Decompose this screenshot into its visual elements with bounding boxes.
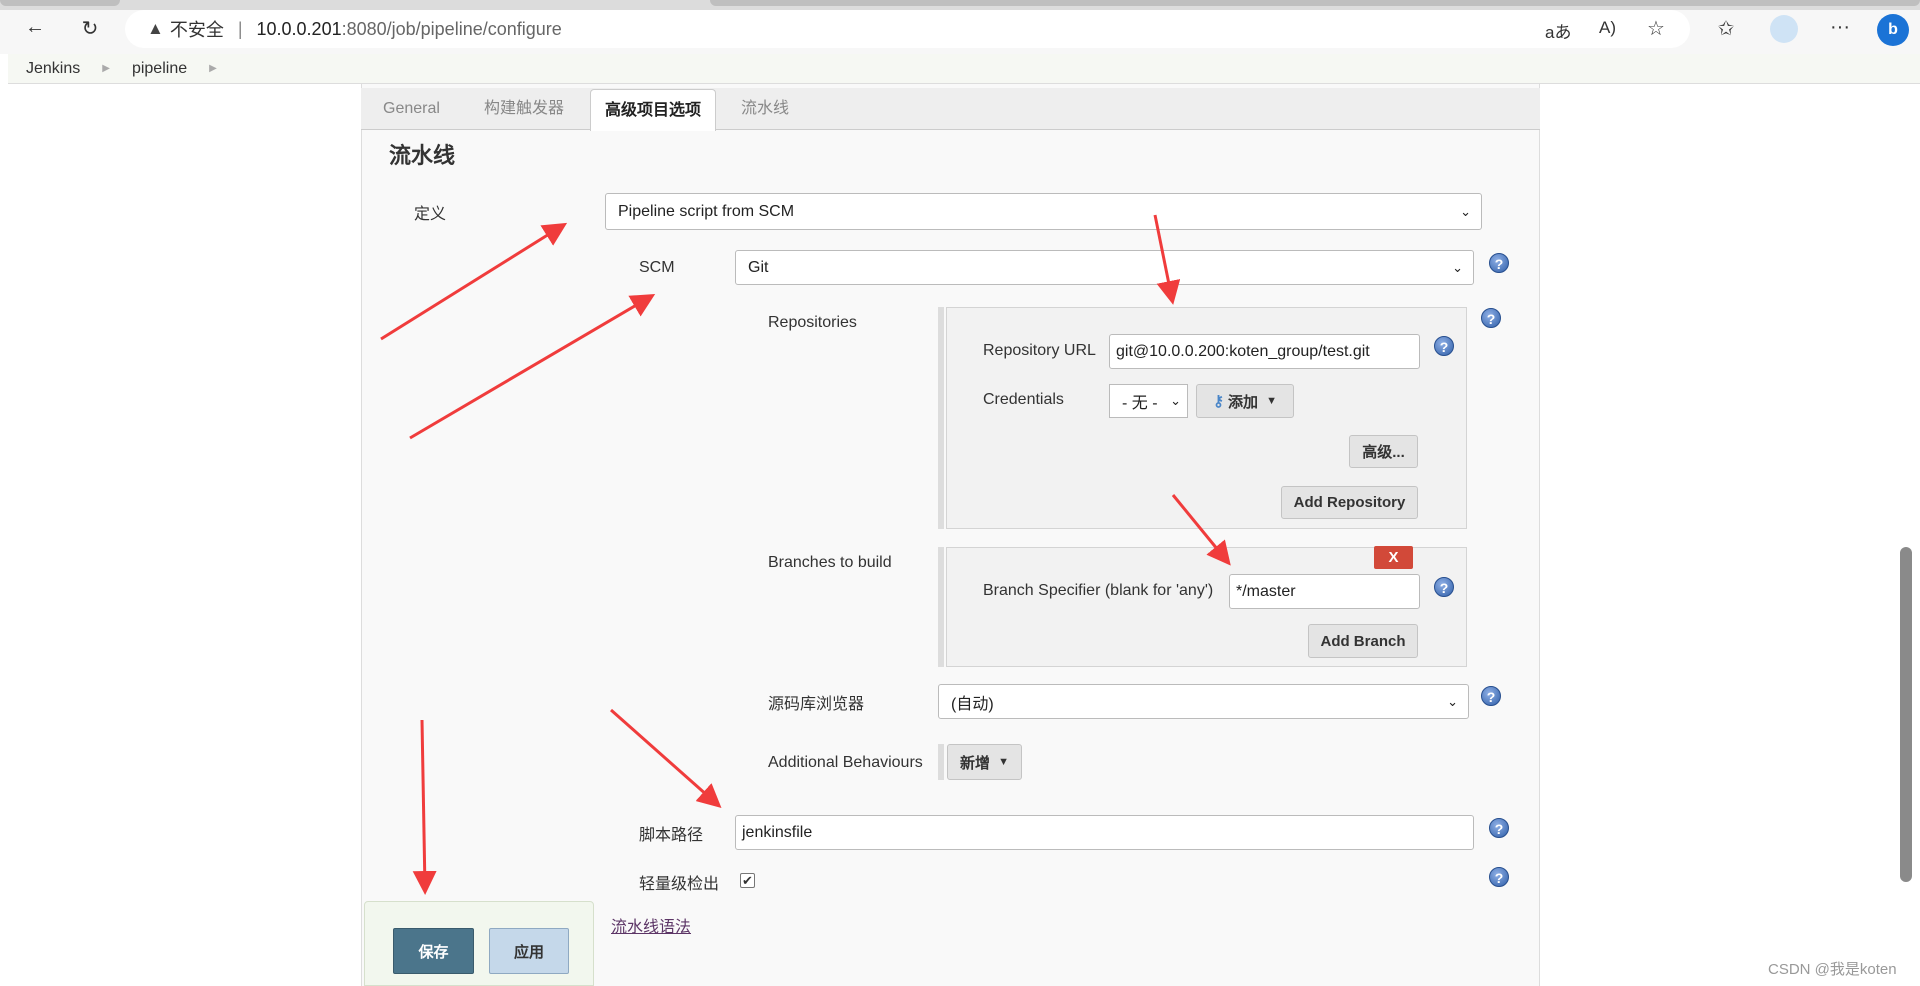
help-icon[interactable]: ? xyxy=(1489,253,1509,273)
caret-down-icon: ▼ xyxy=(998,756,1009,768)
delete-branch-button[interactable]: X xyxy=(1374,546,1413,569)
add-repository-button[interactable]: Add Repository xyxy=(1281,486,1418,519)
caret-down-icon: ▼ xyxy=(1266,395,1277,407)
save-button[interactable]: 保存 xyxy=(393,928,474,974)
chevron-down-icon: ⌄ xyxy=(1460,203,1471,219)
pipeline-syntax-link[interactable]: 流水线语法 xyxy=(611,913,691,937)
add-behaviour-label: 新增 xyxy=(960,754,991,772)
breadcrumb-jenkins[interactable]: Jenkins xyxy=(26,60,80,78)
definition-select[interactable]: Pipeline script from SCM ⌄ xyxy=(605,193,1482,230)
add-credentials-label: 添加 xyxy=(1228,393,1259,411)
chevron-right-icon[interactable]: ▶ xyxy=(102,63,110,74)
url-path: :8080/job/pipeline/configure xyxy=(341,18,562,39)
favorite-star-icon[interactable]: ☆ xyxy=(1647,16,1665,41)
help-icon[interactable]: ? xyxy=(1481,308,1501,328)
browser-tab-strip xyxy=(0,0,1920,10)
favorites-icon[interactable]: ✩ xyxy=(1711,16,1741,41)
branch-specifier-value: */master xyxy=(1236,582,1296,600)
help-icon[interactable]: ? xyxy=(1434,336,1454,356)
divider: | xyxy=(237,18,243,39)
tab-general[interactable]: General xyxy=(369,88,454,130)
credentials-label: Credentials xyxy=(983,391,1064,408)
chevron-down-icon: ⌄ xyxy=(1170,393,1181,408)
repositories-bar xyxy=(938,307,944,529)
scm-label: SCM xyxy=(639,259,675,276)
script-path-label: 脚本路径 xyxy=(639,827,704,844)
script-path-value: jenkinsfile xyxy=(742,823,813,841)
chevron-right-icon[interactable]: ▶ xyxy=(209,63,217,74)
scrollbar[interactable] xyxy=(1900,547,1912,882)
translate-icon[interactable]: aあ xyxy=(1545,18,1571,43)
lightweight-checkout-label: 轻量级检出 xyxy=(639,876,720,893)
branches-label: Branches to build xyxy=(768,554,892,571)
help-icon[interactable]: ? xyxy=(1481,686,1501,706)
credentials-value: - 无 - xyxy=(1122,395,1158,412)
branch-specifier-input[interactable]: */master xyxy=(1229,574,1420,609)
reload-icon[interactable]: ↻ xyxy=(75,16,105,41)
script-path-input[interactable]: jenkinsfile xyxy=(735,815,1474,850)
repo-browser-value: (自动) xyxy=(951,695,994,713)
section-title: 流水线 xyxy=(389,143,456,168)
browser-toolbar: ← ↻ ▲ 不安全 | 10.0.0.201:8080/job/pipeline… xyxy=(0,10,1920,54)
definition-label: 定义 xyxy=(414,206,447,223)
lightweight-checkout-checkbox[interactable]: ✔ xyxy=(740,873,755,888)
security-label: 不安全 xyxy=(169,20,224,40)
key-icon: ⚷ xyxy=(1213,393,1225,410)
read-aloud-icon[interactable]: A) xyxy=(1599,18,1616,38)
repository-url-label: Repository URL xyxy=(983,342,1096,359)
tab-advanced-options[interactable]: 高级项目选项 xyxy=(590,89,717,131)
scm-select[interactable]: Git ⌄ xyxy=(735,250,1474,285)
branch-specifier-label: Branch Specifier (blank for 'any') xyxy=(983,582,1214,599)
repository-url-value: git@10.0.0.200:koten_group/test.git xyxy=(1116,342,1370,360)
repository-url-input[interactable]: git@10.0.0.200:koten_group/test.git xyxy=(1109,334,1420,369)
add-branch-button[interactable]: Add Branch xyxy=(1308,624,1418,658)
add-credentials-button[interactable]: ⚷ 添加 ▼ xyxy=(1196,384,1294,418)
address-bar[interactable]: ▲ 不安全 | 10.0.0.201:8080/job/pipeline/con… xyxy=(125,10,1690,48)
branches-bar xyxy=(938,547,944,667)
credentials-select[interactable]: - 无 - ⌄ xyxy=(1109,384,1188,418)
more-icon[interactable]: ··· xyxy=(1825,16,1855,39)
watermark: CSDN @我是koten xyxy=(1768,961,1897,978)
chevron-down-icon: ⌄ xyxy=(1447,693,1458,709)
chevron-down-icon: ⌄ xyxy=(1452,259,1463,275)
additional-behaviours-label: Additional Behaviours xyxy=(768,754,923,771)
profile-avatar[interactable] xyxy=(1770,15,1798,43)
repositories-label: Repositories xyxy=(768,314,857,331)
add-behaviour-button[interactable]: 新增 ▼ xyxy=(947,744,1022,780)
apply-button[interactable]: 应用 xyxy=(489,928,569,974)
bing-icon[interactable]: b xyxy=(1877,14,1909,46)
breadcrumb: Jenkins ▶ pipeline ▶ xyxy=(8,54,1920,84)
advanced-button[interactable]: 高级... xyxy=(1349,435,1418,468)
breadcrumb-pipeline[interactable]: pipeline xyxy=(132,60,187,78)
back-icon[interactable]: ← xyxy=(20,16,50,39)
repo-browser-label: 源码库浏览器 xyxy=(768,696,865,713)
url-host: 10.0.0.201 xyxy=(256,18,342,39)
help-icon[interactable]: ? xyxy=(1434,577,1454,597)
tab-build-triggers[interactable]: 构建触发器 xyxy=(470,88,578,130)
repo-browser-select[interactable]: (自动) ⌄ xyxy=(938,684,1469,719)
behaviours-bar xyxy=(938,744,944,780)
warning-icon: ▲ xyxy=(147,19,164,38)
help-icon[interactable]: ? xyxy=(1489,867,1509,887)
tab-pipeline[interactable]: 流水线 xyxy=(727,88,803,130)
scm-value: Git xyxy=(748,258,769,276)
help-icon[interactable]: ? xyxy=(1489,818,1509,838)
config-tabs: General 构建触发器 高级项目选项 流水线 xyxy=(361,88,1540,131)
definition-value: Pipeline script from SCM xyxy=(618,202,795,220)
